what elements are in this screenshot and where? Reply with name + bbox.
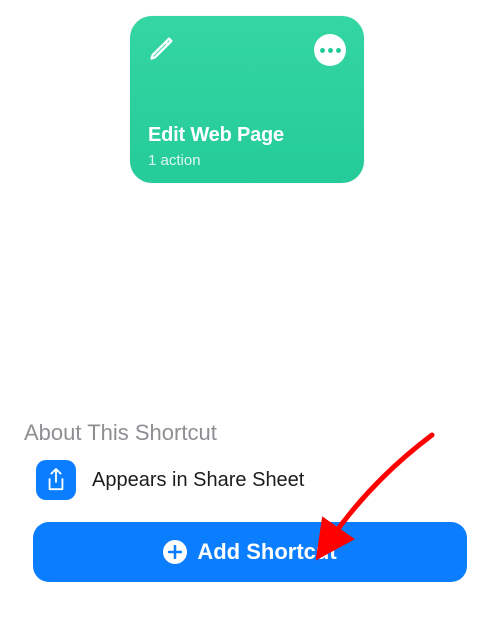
shortcut-action-count: 1 action bbox=[148, 152, 201, 169]
add-shortcut-label: Add Shortcut bbox=[197, 539, 336, 565]
shortcut-card[interactable]: Edit Web Page 1 action bbox=[130, 16, 364, 183]
share-icon bbox=[36, 460, 76, 500]
shortcut-preview-screen: Edit Web Page 1 action About This Shortc… bbox=[0, 0, 500, 637]
pencil-icon bbox=[148, 34, 176, 62]
ellipsis-icon bbox=[320, 48, 325, 53]
share-sheet-row: Appears in Share Sheet bbox=[36, 460, 304, 500]
more-options-button[interactable] bbox=[314, 34, 346, 66]
plus-circle-icon bbox=[163, 540, 187, 564]
add-shortcut-button[interactable]: Add Shortcut bbox=[33, 522, 467, 582]
about-heading: About This Shortcut bbox=[24, 420, 217, 446]
shortcut-title: Edit Web Page bbox=[148, 124, 284, 147]
share-sheet-label: Appears in Share Sheet bbox=[92, 469, 304, 492]
card-top-row bbox=[148, 34, 346, 66]
